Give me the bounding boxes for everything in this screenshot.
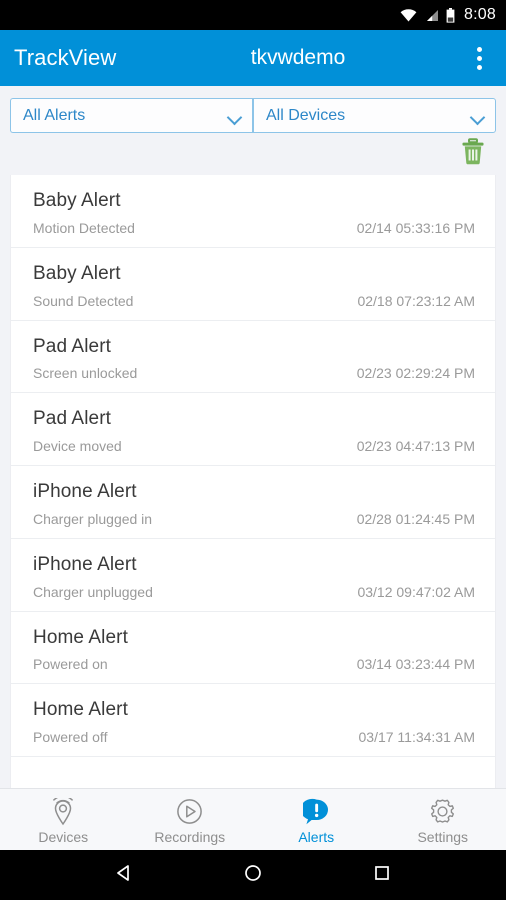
alert-title: Baby Alert <box>33 262 121 284</box>
overflow-dot <box>476 55 482 61</box>
trash-icon <box>461 138 485 170</box>
app-root: 8:08 TrackView tkvwdemo All Alerts All D… <box>0 0 506 900</box>
back-triangle-icon <box>114 863 134 888</box>
play-circle-icon <box>176 798 203 826</box>
alert-description: Device moved <box>33 438 122 454</box>
alert-meta-row: Sound Detected 02/18 07:23:12 AM <box>33 293 475 309</box>
recents-square-icon <box>372 863 392 888</box>
alert-timestamp: 02/18 07:23:12 AM <box>357 292 475 309</box>
app-title: TrackView <box>14 45 117 70</box>
recents-button[interactable] <box>362 855 402 895</box>
status-bar: 8:08 <box>0 0 506 30</box>
alert-type-dropdown[interactable]: All Alerts <box>10 98 252 133</box>
chevron-down-icon <box>228 112 242 120</box>
alert-meta-row: Charger unplugged 03/12 09:47:02 AM <box>33 584 475 600</box>
alert-title: Home Alert <box>33 626 128 648</box>
alert-type-dropdown-value: All Alerts <box>23 106 86 124</box>
alert-meta-row: Screen unlocked 02/23 02:29:24 PM <box>33 365 475 381</box>
alert-list-item[interactable]: Home Alert Powered on 03/14 03:23:44 PM <box>11 611 495 685</box>
cell-signal-icon <box>424 9 439 22</box>
alert-title: Home Alert <box>33 699 128 721</box>
overflow-dot <box>476 64 482 70</box>
device-dropdown-value: All Devices <box>266 106 346 124</box>
tab-devices[interactable]: Devices <box>0 789 127 850</box>
alert-timestamp: 03/14 03:23:44 PM <box>356 656 475 673</box>
alert-description: Sound Detected <box>33 292 134 309</box>
app-bar: TrackView tkvwdemo <box>0 30 506 86</box>
alert-list-item[interactable]: iPhone Alert Charger plugged in 02/28 01:2… <box>11 466 495 539</box>
alert-meta-row: Device moved 02/23 04:47:13 PM <box>33 438 475 454</box>
alert-timestamp: 02/23 02:29:24 PM <box>356 365 475 382</box>
alert-list-item[interactable]: Baby Alert Sound Detected 02/18 07:23:12 A… <box>11 247 495 321</box>
tab-label: Alerts <box>298 828 335 845</box>
alert-timestamp: 03/17 11:34:31 AM <box>358 729 476 745</box>
tab-settings[interactable]: Settings <box>380 789 506 850</box>
alert-title: iPhone Alert <box>33 553 137 575</box>
android-nav-bar <box>0 850 506 900</box>
alert-description: Motion Detected <box>33 219 135 236</box>
tab-recordings[interactable]: Recordings <box>127 789 254 850</box>
wifi-icon <box>400 8 417 22</box>
alert-description: Powered on <box>33 656 108 673</box>
status-bar-time: 8:08 <box>464 6 496 23</box>
overflow-dot <box>476 46 482 52</box>
home-circle-icon <box>243 863 263 888</box>
delete-all-button[interactable] <box>456 137 490 171</box>
alert-list-item[interactable]: Pad Alert Device moved 02/23 04:47:13 PM <box>11 393 495 466</box>
alerts-list: Baby Alert Motion Detected 02/14 05:33:16 … <box>11 175 495 788</box>
alert-title: iPhone Alert <box>33 481 137 502</box>
delete-all-row <box>0 133 506 175</box>
tab-label: Settings <box>417 828 469 845</box>
battery-icon <box>446 7 455 23</box>
alert-meta-row: Powered off 03/17 11:34:31 AM <box>33 729 475 745</box>
alert-title: Pad Alert <box>33 408 112 430</box>
device-dropdown[interactable]: All Devices <box>253 98 496 133</box>
tab-alerts[interactable]: Alerts <box>253 789 380 850</box>
gear-icon <box>429 798 456 826</box>
alert-meta-row: Charger plugged in 02/28 01:24:45 PM <box>33 511 475 527</box>
alert-description: Screen unlocked <box>33 365 138 382</box>
alert-title: Pad Alert <box>33 335 112 357</box>
back-button[interactable] <box>104 855 144 895</box>
chevron-down-icon <box>471 112 485 120</box>
alert-list-item[interactable]: iPhone Alert Charger unplugged 03/12 09:47… <box>11 538 495 612</box>
home-button[interactable] <box>233 855 273 895</box>
alert-title: Baby Alert <box>33 190 121 211</box>
alert-timestamp: 03/12 09:47:02 AM <box>357 583 475 600</box>
tab-label: Recordings <box>154 828 226 845</box>
alert-list-item[interactable]: Baby Alert Motion Detected 02/14 05:33:16 … <box>11 175 495 248</box>
alert-meta-row: Powered on 03/14 03:23:44 PM <box>33 656 475 672</box>
alert-description: Powered off <box>33 729 108 745</box>
filter-row: All Alerts All Devices <box>0 86 506 133</box>
alert-bubble-icon <box>302 798 330 826</box>
alert-timestamp: 02/28 01:24:45 PM <box>356 510 475 527</box>
alert-meta-row: Motion Detected 02/14 05:33:16 PM <box>33 220 475 236</box>
alert-list-item[interactable]: Home Alert Powered off 03/17 11:34:31 AM <box>11 684 495 757</box>
location-pin-icon <box>50 797 76 826</box>
alert-list-item[interactable]: Pad Alert Screen unlocked 02/23 02:29:24 P… <box>11 320 495 394</box>
alert-description: Charger plugged in <box>33 510 153 527</box>
overflow-menu-button[interactable] <box>452 30 506 86</box>
alerts-list-scroll[interactable]: Baby Alert Motion Detected 02/14 05:33:16 … <box>0 175 506 788</box>
alert-timestamp: 02/14 05:33:16 PM <box>356 219 475 236</box>
tab-label: Devices <box>38 828 89 845</box>
alert-description: Charger unplugged <box>33 583 153 600</box>
alert-timestamp: 02/23 04:47:13 PM <box>356 438 475 454</box>
bottom-tab-bar: Devices Recordings Alerts Settings <box>0 788 506 850</box>
